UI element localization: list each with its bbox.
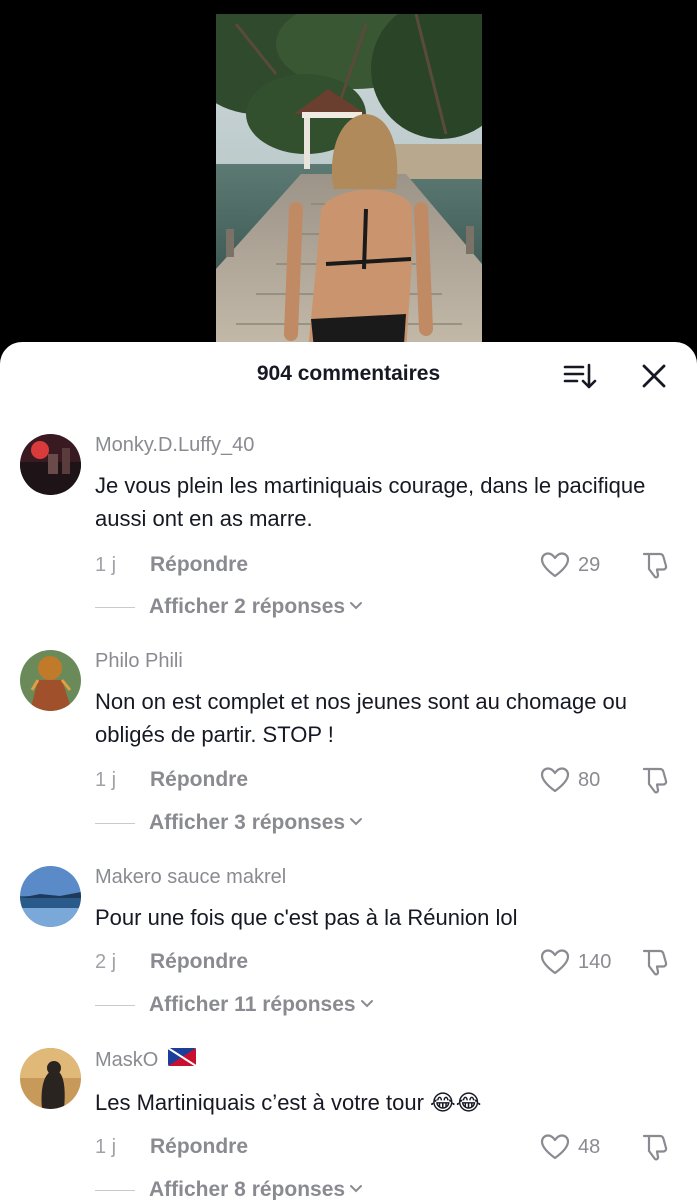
- view-replies-button[interactable]: Afficher 8 réponses: [95, 1177, 363, 1200]
- comment-text: Les Martiniquais c’est à votre tour 😂😂: [95, 1090, 482, 1115]
- replies-divider: [95, 606, 135, 608]
- reply-button[interactable]: Répondre: [150, 1135, 248, 1159]
- comment-time: 1 j: [95, 554, 117, 576]
- replies-divider: [95, 1004, 135, 1006]
- like-count: 80: [578, 769, 601, 791]
- close-icon[interactable]: [640, 362, 668, 390]
- reply-button[interactable]: Répondre: [150, 950, 248, 974]
- video-frame-image: [216, 14, 482, 374]
- replies-divider: [95, 1189, 135, 1191]
- avatar[interactable]: [20, 866, 81, 927]
- view-replies-button[interactable]: Afficher 2 réponses: [95, 594, 363, 620]
- reply-button[interactable]: Répondre: [150, 553, 248, 577]
- like-count: 48: [578, 1136, 601, 1158]
- heart-icon[interactable]: [540, 551, 570, 579]
- comment-username[interactable]: MaskO: [95, 1047, 197, 1072]
- comment-text: Je vous plein les martiniquais courage, …: [95, 473, 646, 531]
- avatar[interactable]: [20, 1048, 81, 1109]
- avatar[interactable]: [20, 434, 81, 495]
- thumbs-down-icon[interactable]: [640, 550, 670, 580]
- video-player[interactable]: [216, 14, 482, 374]
- heart-icon[interactable]: [540, 766, 570, 794]
- replies-label: Afficher 3 réponses: [149, 811, 346, 834]
- thumbs-down-icon[interactable]: [640, 1132, 670, 1162]
- like-count: 29: [578, 554, 601, 576]
- chevron-down-icon: [349, 598, 363, 616]
- comment-time: 1 j: [95, 769, 117, 791]
- comments-sheet: 904 commentaires Monky.D.Luffy_40 Je vou…: [0, 342, 697, 1200]
- chevron-down-icon: [349, 1181, 363, 1199]
- comment-time: 2 j: [95, 951, 117, 973]
- comment-username[interactable]: Makero sauce makrel: [95, 866, 286, 889]
- username-label: MaskO: [95, 1048, 159, 1071]
- comment-username[interactable]: Monky.D.Luffy_40: [95, 434, 254, 457]
- comment-text: Non on est complet et nos jeunes sont au…: [95, 689, 628, 747]
- comment-text: Pour une fois que c'est pas à la Réunion…: [95, 905, 518, 930]
- replies-divider: [95, 822, 135, 824]
- view-replies-button[interactable]: Afficher 3 réponses: [95, 810, 363, 836]
- replies-label: Afficher 8 réponses: [149, 1178, 346, 1200]
- sort-icon[interactable]: [563, 361, 597, 391]
- replies-label: Afficher 11 réponses: [149, 993, 356, 1016]
- avatar[interactable]: [20, 650, 81, 711]
- like-count: 140: [578, 951, 612, 973]
- thumbs-down-icon[interactable]: [640, 765, 670, 795]
- chevron-down-icon: [349, 814, 363, 832]
- flag-icon: [167, 1047, 197, 1072]
- view-replies-button[interactable]: Afficher 11 réponses: [95, 992, 374, 1018]
- reply-button[interactable]: Répondre: [150, 768, 248, 792]
- heart-icon[interactable]: [540, 1133, 570, 1161]
- chevron-down-icon: [360, 996, 374, 1014]
- replies-label: Afficher 2 réponses: [149, 595, 346, 618]
- comment-username[interactable]: Philo Phili: [95, 650, 183, 673]
- heart-icon[interactable]: [540, 948, 570, 976]
- thumbs-down-icon[interactable]: [640, 947, 670, 977]
- comment-time: 1 j: [95, 1136, 117, 1158]
- sheet-header: 904 commentaires: [0, 342, 697, 406]
